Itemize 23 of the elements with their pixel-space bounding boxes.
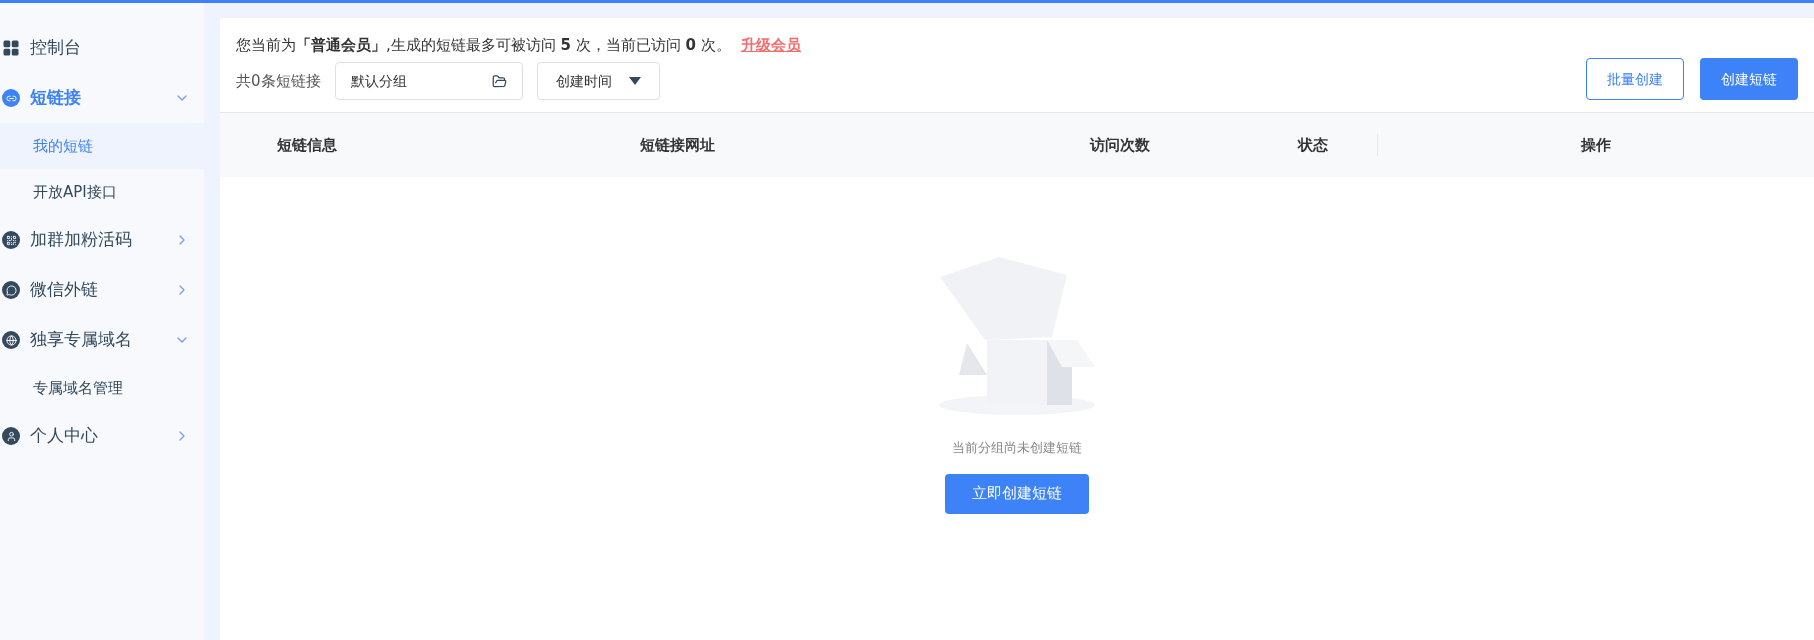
create-button[interactable]: 创建短链 — [1700, 58, 1798, 100]
empty-message: 当前分组尚未创建短链 — [952, 439, 1082, 457]
folder-icon — [491, 73, 507, 89]
sidebar-item[interactable]: 独享专属域名 — [0, 315, 204, 365]
sidebar-subitem[interactable]: 开放API接口 — [0, 169, 204, 215]
column-header: 状态 — [1298, 134, 1328, 156]
caret-down-icon — [628, 77, 641, 85]
sidebar-item[interactable]: 微信外链 — [0, 265, 204, 315]
column-header: 短链信息 — [277, 135, 337, 154]
membership-notice: 您当前为「普通会员」,生成的短链最多可被访问 5 次，当前已访问 0 次。 — [236, 34, 731, 56]
sidebar-item[interactable]: 个人中心 — [0, 411, 204, 461]
group-select[interactable]: 默认分组 — [334, 62, 523, 100]
column-header: 操作 — [1581, 135, 1611, 154]
sidebar-subitem[interactable]: 专属域名管理 — [0, 365, 204, 411]
sidebar-item[interactable]: 控制台 — [0, 23, 204, 73]
dashboard-icon — [2, 39, 20, 57]
sidebar-item[interactable]: 加群加粉活码 — [0, 215, 204, 265]
create-now-button[interactable]: 立即创建短链 — [945, 473, 1089, 514]
batch-create-button[interactable]: 批量创建 — [1586, 58, 1684, 100]
link-count: 共0条短链接 — [236, 70, 321, 92]
column-header: 短链接网址 — [640, 135, 715, 154]
sort-select[interactable]: 创建时间 — [536, 62, 660, 100]
column-header: 访问次数 — [1090, 135, 1150, 154]
